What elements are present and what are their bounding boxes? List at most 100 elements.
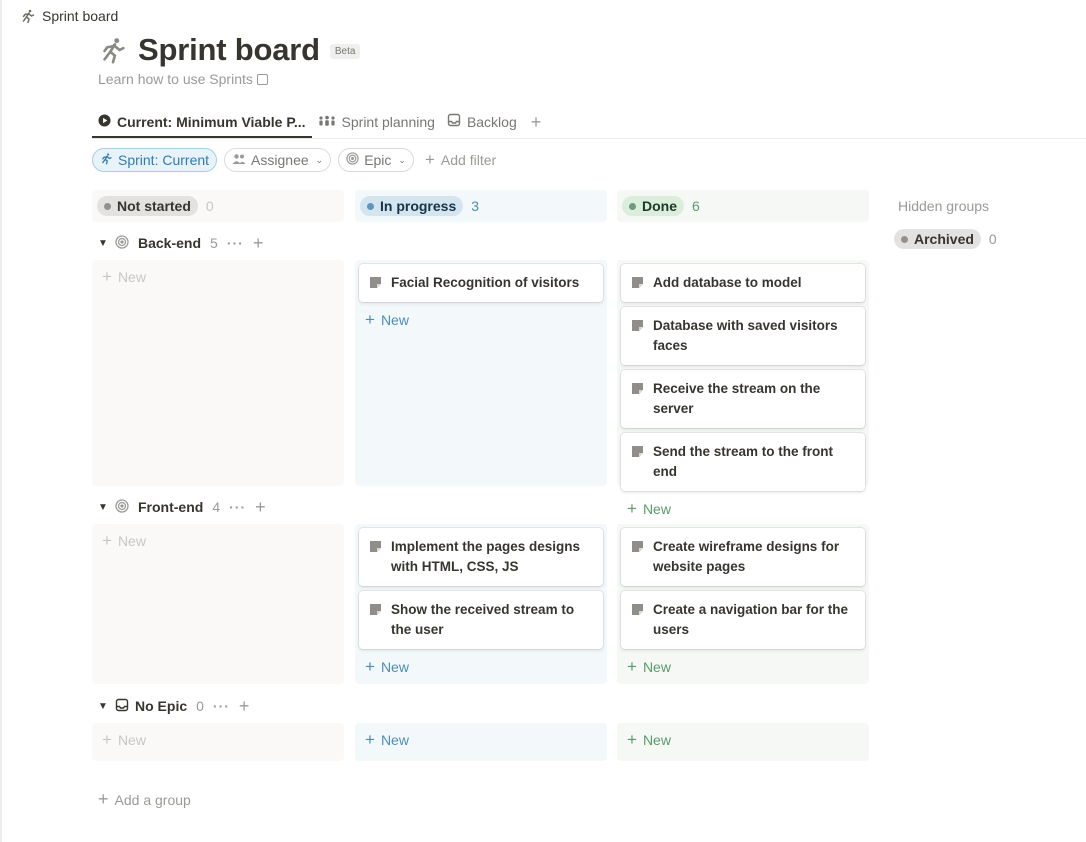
new-card-button[interactable]: + New	[621, 654, 865, 680]
chip-label: Epic	[364, 152, 392, 168]
cell-back-end-done: Add database to model Database with save…	[617, 260, 869, 517]
status-dot-icon	[104, 202, 111, 210]
group-count: 0	[196, 698, 204, 714]
runner-icon	[20, 8, 36, 24]
new-card-button[interactable]: + New	[359, 727, 603, 753]
runner-icon[interactable]	[98, 35, 128, 65]
new-label: New	[117, 732, 146, 748]
sprint-filter-chip[interactable]: Sprint: Current	[92, 148, 218, 172]
status-pill[interactable]: Not started	[97, 196, 198, 216]
column-count: 0	[205, 198, 214, 214]
plus-icon: +	[627, 657, 637, 676]
column-header-done: Done 6	[617, 190, 869, 222]
task-card[interactable]: Add database to model	[621, 264, 865, 302]
task-card[interactable]: Facial Recognition of visitors	[359, 264, 603, 302]
tab-sprint-planning[interactable]: Sprint planning	[312, 106, 441, 137]
add-card-plus-icon[interactable]: +	[255, 498, 266, 516]
column-count: 6	[692, 198, 700, 214]
learn-link-label: Learn how to use Sprints	[98, 71, 253, 87]
cell-no-epic-done: + New	[617, 723, 869, 761]
card-title: Send the stream to the front end	[653, 444, 834, 479]
tab-label: Current: Minimum Viable P...	[117, 113, 306, 130]
learn-link[interactable]: Learn how to use Sprints	[98, 71, 268, 87]
people-group-icon	[318, 114, 336, 130]
add-card-plus-icon[interactable]: +	[253, 234, 264, 252]
more-options-icon[interactable]: ···	[227, 235, 244, 251]
status-pill[interactable]: Archived	[894, 229, 981, 249]
page-icon	[632, 320, 643, 331]
task-card[interactable]: Create a navigation bar for the users	[621, 591, 865, 649]
add-group-button[interactable]: + Add a group	[98, 789, 191, 810]
breadcrumb-label: Sprint board	[42, 8, 119, 24]
new-card-button[interactable]: + New	[621, 496, 865, 522]
column-header-not-started: Not started 0	[92, 190, 344, 222]
status-pill[interactable]: Done	[622, 196, 684, 216]
add-card-plus-icon[interactable]: +	[239, 697, 250, 715]
breadcrumb[interactable]: Sprint board	[20, 6, 118, 26]
new-card-button[interactable]: + New	[621, 727, 865, 753]
group-header-no-epic[interactable]: ▼ No Epic 0 ··· +	[98, 695, 249, 717]
plus-icon: +	[102, 267, 112, 286]
plus-icon: +	[424, 150, 435, 169]
assignee-filter-chip[interactable]: Assignee ⌄	[224, 148, 332, 172]
archived-count: 0	[988, 231, 997, 247]
add-view-button[interactable]: +	[523, 106, 550, 138]
sidebar-edge	[0, 0, 2, 842]
task-card[interactable]: Implement the pages designs with HTML, C…	[359, 528, 603, 586]
people-icon	[232, 152, 246, 168]
cell-no-epic-in-progress: + New	[355, 723, 607, 761]
tab-current-sprint[interactable]: Current: Minimum Viable P...	[92, 106, 312, 138]
page-icon	[632, 383, 643, 394]
page-icon	[632, 604, 643, 615]
status-label: Done	[642, 198, 677, 214]
new-label: New	[117, 533, 146, 549]
column-header-in-progress: In progress 3	[355, 190, 607, 222]
status-dot-icon	[901, 235, 908, 243]
plus-icon: +	[102, 730, 112, 749]
tab-backlog[interactable]: Backlog	[441, 106, 523, 137]
cell-front-end-in-progress: Implement the pages designs with HTML, C…	[355, 524, 607, 684]
new-card-button[interactable]: + New	[96, 528, 340, 554]
collapse-triangle-icon[interactable]: ▼	[98, 701, 108, 712]
page-icon	[632, 277, 643, 288]
add-filter-button[interactable]: + Add filter	[425, 150, 496, 170]
more-options-icon[interactable]: ···	[213, 698, 230, 714]
status-dot-icon	[629, 202, 636, 210]
card-title: Facial Recognition of visitors	[391, 275, 580, 290]
hidden-groups-title: Hidden groups	[898, 198, 990, 214]
view-tabs: Current: Minimum Viable P... Sprint plan…	[92, 106, 1086, 139]
task-card[interactable]: Database with saved visitors faces	[621, 307, 865, 365]
status-dot-icon	[367, 202, 374, 210]
card-title: Add database to model	[653, 275, 802, 290]
hidden-group-archived[interactable]: Archived 0	[894, 229, 997, 249]
tab-label: Sprint planning	[341, 113, 435, 130]
card-title: Create wireframe designs for website pag…	[653, 539, 840, 574]
collapse-triangle-icon[interactable]: ▼	[98, 502, 108, 513]
plus-icon: +	[102, 531, 112, 550]
chevron-down-icon: ⌄	[398, 154, 406, 165]
add-group-label: Add a group	[114, 791, 191, 808]
collapse-triangle-icon[interactable]: ▼	[98, 238, 108, 249]
new-card-button[interactable]: + New	[359, 307, 603, 333]
status-label: In progress	[380, 198, 457, 214]
task-card[interactable]: Show the received stream to the user	[359, 591, 603, 649]
group-header-back-end[interactable]: ▼ Back-end 5 ··· +	[98, 232, 263, 254]
task-card[interactable]: Create wireframe designs for website pag…	[621, 528, 865, 586]
page-icon	[370, 541, 381, 552]
epic-filter-chip[interactable]: Epic ⌄	[338, 148, 414, 172]
cell-back-end-not-started: + New	[92, 260, 344, 486]
group-header-front-end[interactable]: ▼ Front-end 4 ··· +	[98, 496, 266, 518]
new-card-button[interactable]: + New	[96, 264, 340, 290]
more-options-icon[interactable]: ···	[229, 499, 246, 515]
page-icon	[370, 277, 381, 288]
group-name: Front-end	[138, 499, 204, 515]
status-pill[interactable]: In progress	[360, 196, 464, 216]
card-title: Receive the stream on the server	[653, 381, 821, 416]
task-card[interactable]: Send the stream to the front end	[621, 433, 865, 491]
task-card[interactable]: Receive the stream on the server	[621, 370, 865, 428]
new-card-button[interactable]: + New	[359, 654, 603, 680]
play-circle-icon	[98, 113, 111, 130]
new-card-button[interactable]: + New	[96, 727, 340, 753]
page-title: Sprint board	[138, 32, 320, 67]
inbox-tray-icon	[447, 113, 461, 130]
